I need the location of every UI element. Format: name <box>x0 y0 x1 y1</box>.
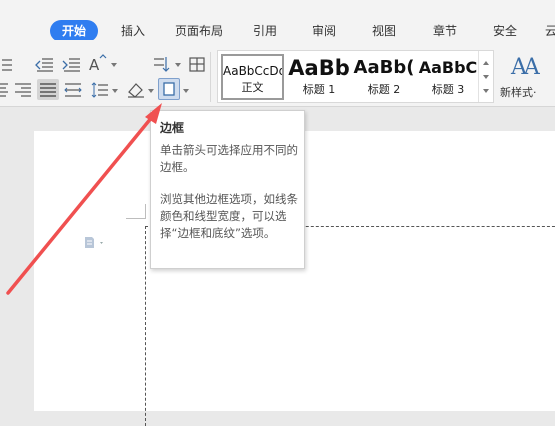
tab-chapter[interactable]: 章节 <box>433 21 457 41</box>
font-size-icon[interactable]: A <box>89 54 109 74</box>
tab-security[interactable]: 安全 <box>493 21 517 41</box>
tab-page-layout[interactable]: 页面布局 <box>175 21 223 41</box>
line-spacing-dropdown-arrow[interactable] <box>112 89 118 93</box>
tooltip-more-options: 浏览其他边框选项，如线条颜色和线型宽度，可以选择“边框和底纹”选项。 <box>160 192 298 240</box>
tab-view[interactable]: 视图 <box>372 21 396 41</box>
ribbon-tab-bar: 开始 插入 页面布局 引用 审阅 视图 章节 安全 云 <box>0 0 555 42</box>
gallery-scroll[interactable] <box>478 51 493 102</box>
style-card-heading1[interactable]: AaBb 标题 1 <box>286 54 352 100</box>
gallery-more-icon[interactable] <box>483 89 489 93</box>
shading-dropdown-arrow[interactable] <box>148 89 154 93</box>
style-name: 标题 1 <box>302 83 336 96</box>
font-size-dropdown-arrow[interactable] <box>111 63 117 67</box>
tooltip-title: 边框 <box>160 121 185 135</box>
border-tooltip: 边框 单击箭头可选择应用不同的边框。 浏览其他边框选项，如线条颜色和线型宽度，可… <box>150 110 305 269</box>
style-card-heading2[interactable]: AaBb( 标题 2 <box>352 54 416 100</box>
style-sample: AaBbCcDd <box>223 64 284 78</box>
tooltip-description: 单击箭头可选择应用不同的边框。 <box>160 143 298 174</box>
shading-icon[interactable] <box>126 80 146 100</box>
style-sample: AaBbC <box>418 58 478 77</box>
sort-dropdown-arrow[interactable] <box>175 63 181 67</box>
table-icon[interactable] <box>188 55 208 75</box>
style-gallery: AaBbCcDd 正文 AaBb 标题 1 AaBb( 标题 2 AaBbC 标… <box>217 50 494 103</box>
style-name: 标题 3 <box>431 83 465 96</box>
sort-icon[interactable] <box>152 55 172 75</box>
style-card-normal[interactable]: AaBbCcDd 正文 <box>221 54 284 100</box>
style-name: 正文 <box>241 81 264 94</box>
border-icon[interactable] <box>158 78 180 100</box>
tab-insert[interactable]: 插入 <box>121 21 145 41</box>
line-spacing-icon[interactable] <box>90 80 110 100</box>
style-card-heading3[interactable]: AaBbC 标题 3 <box>416 54 480 100</box>
margin-mark <box>126 218 146 219</box>
margin-mark <box>145 204 146 219</box>
border-dropdown-arrow[interactable] <box>183 89 189 93</box>
tab-review[interactable]: 审阅 <box>312 21 336 41</box>
justify-icon[interactable] <box>37 79 59 100</box>
tab-references[interactable]: 引用 <box>253 21 277 41</box>
gallery-up-arrow-icon[interactable] <box>483 61 489 65</box>
new-style-button[interactable]: 新样式· <box>500 84 537 100</box>
tab-home[interactable]: 开始 <box>50 20 99 42</box>
tab-cloud[interactable]: 云 <box>545 21 555 41</box>
svg-text:A: A <box>89 56 100 74</box>
new-style-icon[interactable]: AA <box>511 55 540 80</box>
ribbon-separator <box>210 52 211 102</box>
align-right-icon[interactable] <box>13 80 33 100</box>
distributed-icon[interactable] <box>63 80 83 100</box>
increase-indent-icon[interactable] <box>62 55 82 75</box>
paragraph-mark-icon[interactable] <box>84 234 103 248</box>
gallery-down-arrow-icon[interactable] <box>483 75 489 79</box>
style-sample: AaBb <box>288 56 350 80</box>
decrease-indent-icon[interactable] <box>35 55 55 75</box>
style-sample: AaBb( <box>353 57 415 78</box>
style-name: 标题 2 <box>367 83 401 96</box>
bullet-list-icon[interactable] <box>2 55 22 75</box>
